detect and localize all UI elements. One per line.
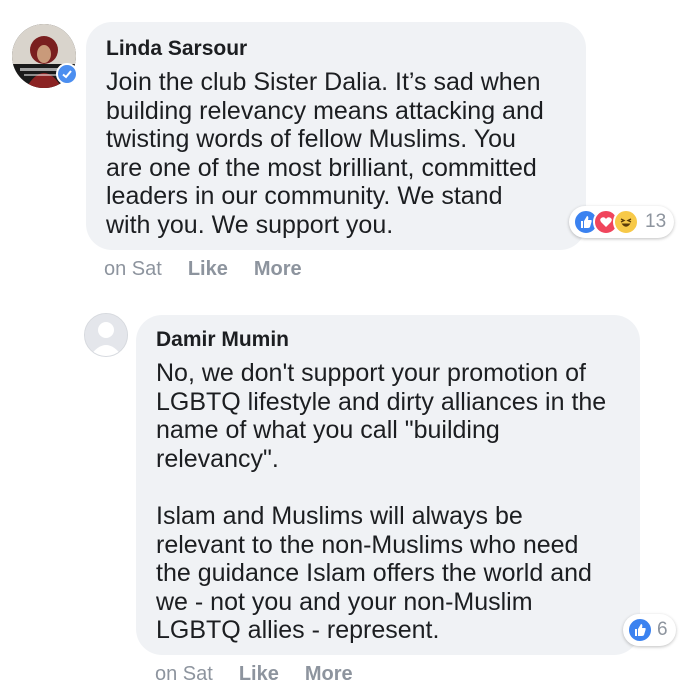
reactions-summary[interactable]: 6 [623,614,676,646]
reaction-count: 6 [657,619,668,640]
comment-bubble: Linda Sarsour Join the club Sister Dalia… [86,22,586,250]
comment-text: Join the club Sister Dalia. It’s sad whe… [106,68,544,239]
default-profile-icon [85,314,127,356]
comment-author[interactable]: Linda Sarsour [106,36,566,62]
like-button[interactable]: Like [239,663,279,686]
verified-badge-icon [56,63,78,85]
comment-author[interactable]: Damir Mumin [156,327,620,353]
comment-actions: on Sat Like More [104,258,302,281]
comment-text: No, we don't support your promotion of L… [156,359,607,645]
more-button[interactable]: More [254,258,302,281]
reaction-count: 13 [645,211,667,232]
like-icon [627,617,653,643]
haha-icon [613,209,639,235]
comment-timestamp[interactable]: on Sat [104,258,162,281]
avatar[interactable] [84,313,128,357]
comment-timestamp[interactable]: on Sat [155,663,213,686]
reactions-summary[interactable]: 13 [569,206,675,238]
comment-bubble: Damir Mumin No, we don't support your pr… [136,315,640,655]
comment-actions: on Sat Like More [155,663,353,686]
like-button[interactable]: Like [188,258,228,281]
more-button[interactable]: More [305,663,353,686]
